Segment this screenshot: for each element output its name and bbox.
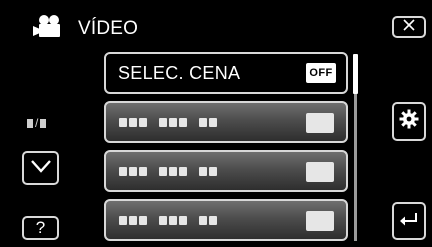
scrollbar-thumb[interactable] [353,54,358,94]
menu-item-selec-cena[interactable]: SELEC. CENA OFF [104,52,348,94]
close-button[interactable] [392,16,426,38]
back-button[interactable] [392,202,426,240]
return-arrow-icon [399,211,419,232]
disabled-value-placeholder [306,211,334,231]
menu-screen: VÍDEO ? / SELEC. CENA OFF [0,0,432,247]
menu-item-disabled [104,150,348,192]
disabled-label-placeholder [119,118,217,127]
scroll-down-button[interactable] [22,151,59,185]
menu-item-disabled [104,101,348,143]
disabled-label-placeholder [119,167,217,176]
page-title: VÍDEO [78,18,139,39]
page-indicator: / [27,116,47,130]
menu-item-value-badge: OFF [306,63,336,83]
disabled-value-placeholder [306,113,334,133]
disabled-label-placeholder [119,216,217,225]
gear-icon [399,109,419,134]
disabled-value-placeholder [306,162,334,182]
settings-button[interactable] [392,102,426,141]
chevron-down-icon [30,159,52,178]
header: VÍDEO [32,14,138,44]
close-x-icon [402,18,416,37]
page-indicator-current [27,118,33,128]
page-indicator-separator: / [35,116,39,130]
help-button[interactable]: ? [22,216,59,240]
menu-item-label: SELEC. CENA [118,63,241,83]
menu-item-disabled [104,199,348,241]
movie-camera-icon [32,14,68,45]
help-label: ? [35,218,46,237]
page-indicator-total [40,118,47,128]
